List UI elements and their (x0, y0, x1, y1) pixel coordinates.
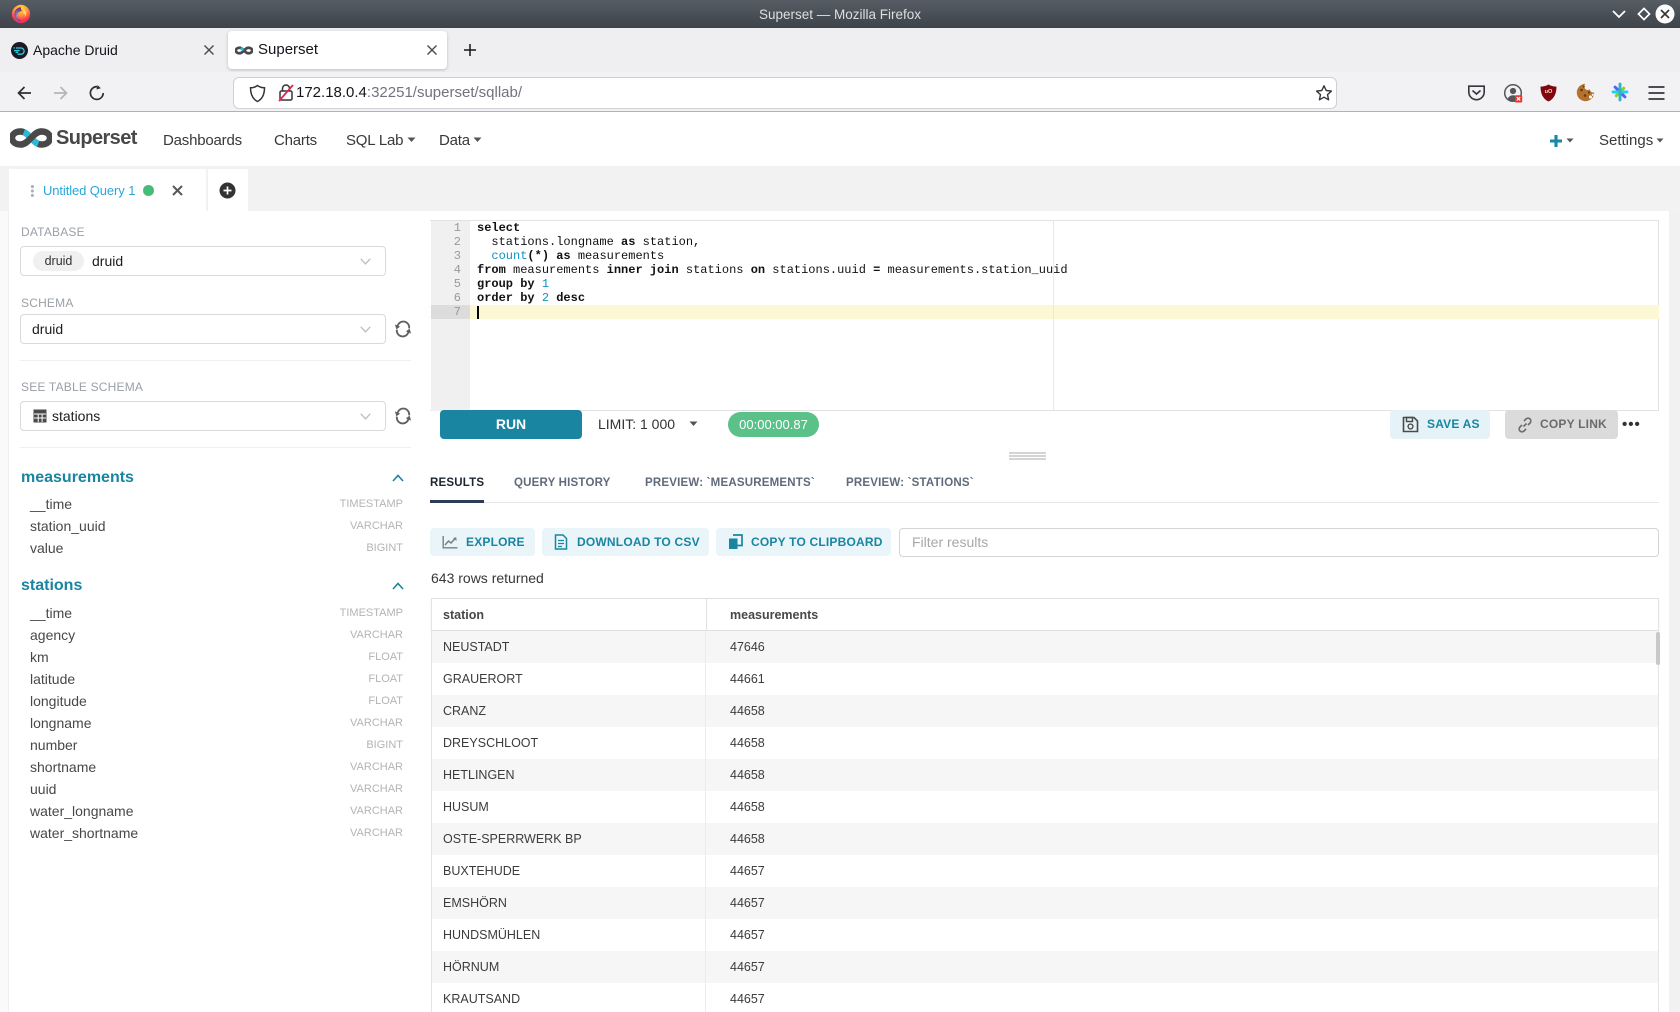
svg-text:uO: uO (1545, 89, 1553, 95)
